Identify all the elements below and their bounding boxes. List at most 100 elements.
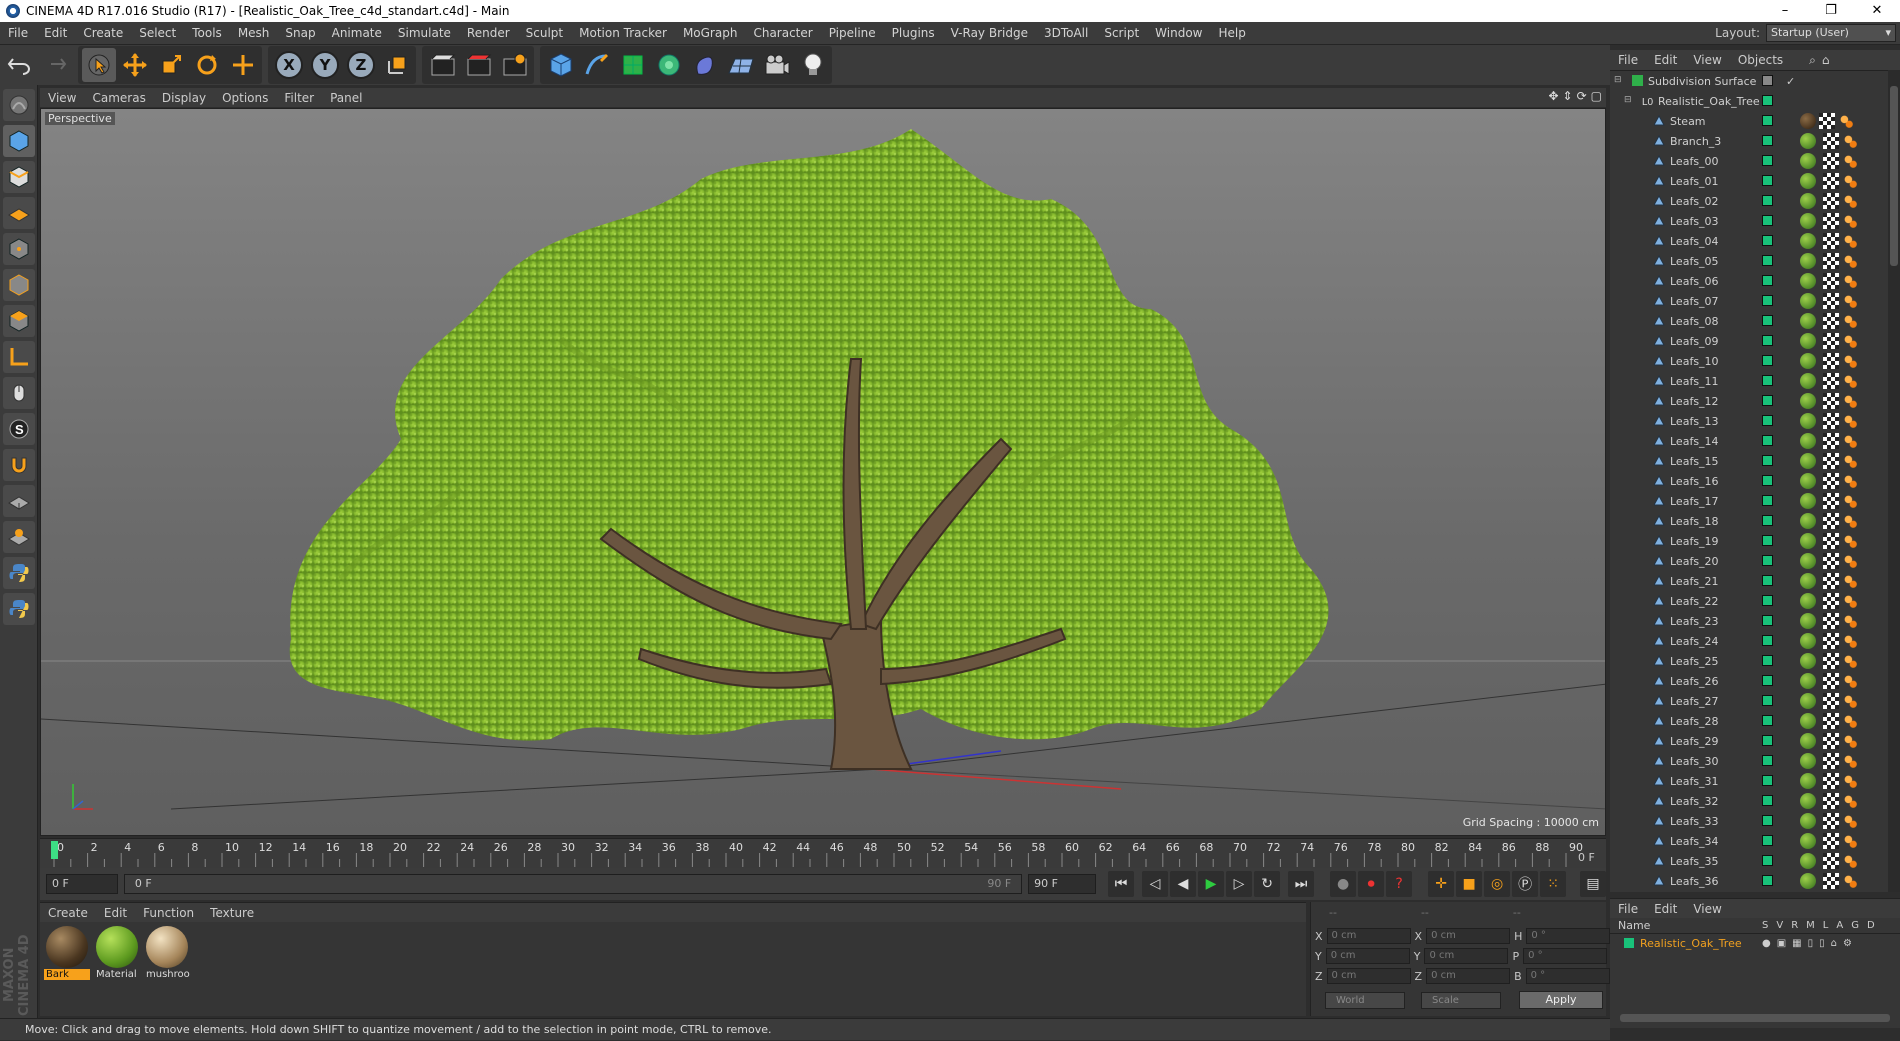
material-tag-icon[interactable] xyxy=(1800,473,1816,489)
material-tag-icon[interactable] xyxy=(1800,493,1816,509)
object-row[interactable]: Leafs_32 xyxy=(1610,791,1900,811)
phong-tag-icon[interactable] xyxy=(1838,113,1854,129)
object-row[interactable]: Leafs_18 xyxy=(1610,511,1900,531)
viewport-dolly-icon[interactable]: ⇕ xyxy=(1563,89,1573,103)
object-row[interactable]: Leafs_20 xyxy=(1610,551,1900,571)
phong-tag-icon[interactable] xyxy=(1842,673,1858,689)
material-tag-icon[interactable] xyxy=(1800,693,1816,709)
phong-tag-icon[interactable] xyxy=(1842,873,1858,889)
phong-tag-icon[interactable] xyxy=(1842,373,1858,389)
scale-tool-icon[interactable] xyxy=(154,48,188,82)
object-row[interactable]: Branch_3 xyxy=(1610,131,1900,151)
material-tag-icon[interactable] xyxy=(1800,173,1816,189)
uvw-tag-icon[interactable] xyxy=(1823,553,1839,569)
object-row[interactable]: Leafs_15 xyxy=(1610,451,1900,471)
material-tag-icon[interactable] xyxy=(1800,873,1816,889)
phong-tag-icon[interactable] xyxy=(1842,753,1858,769)
rotation-b-field[interactable]: 0 ° xyxy=(1525,968,1610,984)
python-script-icon[interactable] xyxy=(3,557,35,589)
uvw-tag-icon[interactable] xyxy=(1823,753,1839,769)
end-frame-field[interactable]: 90 F xyxy=(1028,874,1097,894)
material-tag-icon[interactable] xyxy=(1800,853,1816,869)
material-tag-icon[interactable] xyxy=(1800,353,1816,369)
phong-tag-icon[interactable] xyxy=(1842,493,1858,509)
y-axis-lock-icon[interactable]: Y xyxy=(308,48,342,82)
coordinate-space-dropdown[interactable]: World xyxy=(1325,992,1405,1009)
object-row[interactable]: Leafs_04 xyxy=(1610,231,1900,251)
material-tag-icon[interactable] xyxy=(1800,513,1816,529)
material-tag-icon[interactable] xyxy=(1800,733,1816,749)
size-x-field[interactable]: 0 cm xyxy=(1426,928,1511,944)
uvw-tag-icon[interactable] xyxy=(1823,633,1839,649)
object-row[interactable]: Leafs_02 xyxy=(1610,191,1900,211)
object-row[interactable]: Leafs_11 xyxy=(1610,371,1900,391)
object-row[interactable]: Leafs_23 xyxy=(1610,611,1900,631)
solo-mode-icon[interactable]: S xyxy=(3,413,35,445)
phong-tag-icon[interactable] xyxy=(1842,273,1858,289)
edges-mode-icon[interactable] xyxy=(3,269,35,301)
phong-tag-icon[interactable] xyxy=(1842,513,1858,529)
playhead[interactable] xyxy=(51,841,58,859)
phong-tag-icon[interactable] xyxy=(1842,813,1858,829)
keyframe-selection-icon[interactable]: ? xyxy=(1386,871,1413,897)
uvw-tag-icon[interactable] xyxy=(1823,873,1839,889)
phong-tag-icon[interactable] xyxy=(1842,213,1858,229)
phong-tag-icon[interactable] xyxy=(1842,573,1858,589)
object-row[interactable]: Leafs_06 xyxy=(1610,271,1900,291)
viewport-menu-view[interactable]: View xyxy=(40,91,84,105)
menu-sculpt[interactable]: Sculpt xyxy=(518,26,571,40)
key-parameter-icon[interactable]: Ⓟ xyxy=(1512,871,1539,897)
material-tag-icon[interactable] xyxy=(1800,193,1816,209)
material-bark[interactable]: Bark xyxy=(44,926,90,1012)
uvw-tag-icon[interactable] xyxy=(1823,733,1839,749)
size-mode-dropdown[interactable]: Scale xyxy=(1421,992,1501,1009)
uvw-tag-icon[interactable] xyxy=(1823,613,1839,629)
x-axis-lock-icon[interactable]: X xyxy=(272,48,306,82)
light-icon[interactable] xyxy=(796,48,830,82)
phong-tag-icon[interactable] xyxy=(1842,473,1858,489)
phong-tag-icon[interactable] xyxy=(1842,173,1858,189)
position-y-field[interactable]: 0 cm xyxy=(1325,948,1410,964)
object-row[interactable]: Steam xyxy=(1610,111,1900,131)
material-tag-icon[interactable] xyxy=(1800,633,1816,649)
viewport-menu-panel[interactable]: Panel xyxy=(322,91,370,105)
axis-mode-icon[interactable] xyxy=(3,341,35,373)
next-frame-icon[interactable]: ▷ xyxy=(1226,871,1253,897)
autokey-icon[interactable]: ⏺ xyxy=(1358,871,1385,897)
previous-key-icon[interactable]: ◁ xyxy=(1142,871,1169,897)
uvw-tag-icon[interactable] xyxy=(1823,833,1839,849)
render-picture-viewer-icon[interactable] xyxy=(462,48,496,82)
undo-icon[interactable] xyxy=(2,48,36,82)
phong-tag-icon[interactable] xyxy=(1842,693,1858,709)
object-row[interactable]: Leafs_07 xyxy=(1610,291,1900,311)
object-row[interactable]: Leafs_33 xyxy=(1610,811,1900,831)
texture-mode-icon[interactable] xyxy=(3,161,35,193)
object-row-subdivision-surface[interactable]: ⊟ Subdivision Surface ✓ xyxy=(1610,71,1900,91)
enable-snap-icon[interactable] xyxy=(3,485,35,517)
uvw-tag-icon[interactable] xyxy=(1823,493,1839,509)
points-mode-icon[interactable] xyxy=(3,233,35,265)
phong-tag-icon[interactable] xyxy=(1842,393,1858,409)
material-tag-icon[interactable] xyxy=(1800,553,1816,569)
phong-tag-icon[interactable] xyxy=(1842,233,1858,249)
previous-frame-icon[interactable]: ◀ xyxy=(1170,871,1197,897)
layer-toggles-icon[interactable]: ●▣▦▯▯⌂⚙ xyxy=(1762,938,1858,949)
phong-tag-icon[interactable] xyxy=(1842,833,1858,849)
record-keys-icon[interactable]: ● xyxy=(1330,871,1357,897)
object-row[interactable]: Leafs_05 xyxy=(1610,251,1900,271)
uvw-tag-icon[interactable] xyxy=(1823,473,1839,489)
material-tag-icon[interactable] xyxy=(1800,133,1816,149)
material-tag-icon[interactable] xyxy=(1800,333,1816,349)
material-tag-icon[interactable] xyxy=(1800,453,1816,469)
uvw-tag-icon[interactable] xyxy=(1823,233,1839,249)
material-mushroom[interactable]: mushroo xyxy=(144,926,190,1012)
z-axis-lock-icon[interactable]: Z xyxy=(344,48,378,82)
array-icon[interactable] xyxy=(652,48,686,82)
material-tag-icon[interactable] xyxy=(1800,673,1816,689)
objects-menu-objects[interactable]: Objects xyxy=(1730,53,1791,67)
material-tag-icon[interactable] xyxy=(1800,213,1816,229)
objects-menu-file[interactable]: File xyxy=(1610,53,1646,67)
uvw-tag-icon[interactable] xyxy=(1819,113,1835,129)
material-material[interactable]: Material xyxy=(94,926,140,1012)
make-editable-icon[interactable] xyxy=(3,89,35,121)
